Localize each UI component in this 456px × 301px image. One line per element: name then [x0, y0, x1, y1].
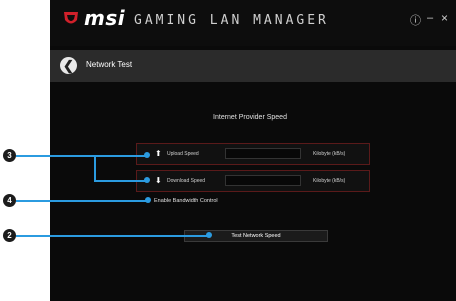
callout-4-line: [16, 200, 148, 202]
back-button[interactable]: ❮: [60, 57, 77, 74]
callout-3-line: [16, 155, 147, 157]
callout-2: 2: [3, 229, 16, 242]
minimize-button[interactable]: –: [427, 12, 433, 24]
msi-dragon-logo-icon: [64, 12, 78, 24]
callout-2-line: [16, 235, 209, 237]
callout-3-dot-download: [144, 177, 150, 183]
brand-logo-text: msi: [84, 6, 126, 30]
download-speed-input[interactable]: [225, 175, 301, 186]
page-title: Network Test: [86, 60, 133, 69]
close-button[interactable]: ×: [441, 11, 448, 25]
download-speed-row: ⬇ Download Speed Kilobyte (kB/s): [136, 170, 370, 192]
download-unit-label: Kilobyte (kB/s): [313, 178, 346, 184]
app-subtitle: GAMING LAN MANAGER: [134, 13, 329, 28]
upload-speed-label: Upload Speed: [167, 151, 199, 157]
info-icon[interactable]: ⓘ: [410, 12, 421, 28]
section-title: Internet Provider Speed: [213, 114, 287, 121]
upload-speed-row: ⬆ Upload Speed Kilobyte (kB/s): [136, 143, 370, 165]
bandwidth-control-toggle[interactable]: Enable Bandwidth Control: [154, 198, 218, 204]
callout-4: 4: [3, 194, 16, 207]
download-speed-label: Download Speed: [167, 178, 206, 184]
upload-icon: ⬆: [155, 149, 162, 158]
upload-speed-input[interactable]: [225, 148, 301, 159]
download-icon: ⬇: [155, 176, 162, 185]
callout-3: 3: [3, 149, 16, 162]
callout-3-dot-upload: [144, 152, 150, 158]
callout-3-line-2: [94, 180, 147, 182]
callout-4-dot: [145, 197, 151, 203]
callout-3-connector: [94, 155, 96, 181]
callout-2-dot: [206, 232, 212, 238]
upload-unit-label: Kilobyte (kB/s): [313, 151, 346, 157]
